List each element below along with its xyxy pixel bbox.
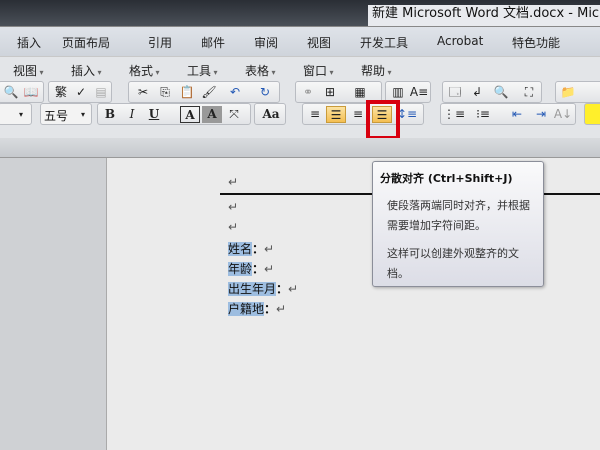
spelling-icon[interactable]: ✓ xyxy=(71,84,91,101)
highlight-annotation-box xyxy=(366,100,400,140)
research-icon[interactable]: 繁 xyxy=(51,84,71,101)
show-marks-icon[interactable]: ↲ xyxy=(467,84,487,101)
toolbar-area: 视图 插入 格式 工具 表格 窗口 帮助 🔍 📖 繁 ✓ ▤ ✂ ⎘ 📋 🖌 ↶… xyxy=(0,56,600,138)
tab-mailings[interactable]: 邮件 xyxy=(201,34,225,51)
tab-insert[interactable]: 插入 xyxy=(17,34,41,51)
print-preview-icon[interactable]: 🔍 xyxy=(1,84,21,101)
document-map-icon[interactable]: 🗔 xyxy=(445,84,465,101)
decrease-indent-icon[interactable]: ⇤ xyxy=(507,106,527,123)
justify-icon[interactable]: ☰ xyxy=(326,106,346,123)
para-mark: ↵ xyxy=(228,175,239,189)
change-case-group: Aa xyxy=(254,103,286,125)
menu-tools[interactable]: 工具 xyxy=(187,62,218,79)
menu-insert[interactable]: 插入 xyxy=(71,62,102,79)
menu-help[interactable]: 帮助 xyxy=(361,62,392,79)
window-title: 新建 Microsoft Word 文档.docx - Micros xyxy=(368,5,600,27)
char-border-button[interactable]: A xyxy=(180,106,200,123)
view-group: 🗔 ↲ 🔍 ⛶ xyxy=(442,81,542,103)
zoom-icon[interactable]: 🔍 xyxy=(491,84,511,101)
tooltip: 分散对齐 (Ctrl+Shift+J) 使段落两端同时对齐，并根据需要增加字符间… xyxy=(372,161,544,287)
print-preview-group: 🔍 📖 xyxy=(0,81,44,103)
sort-icon[interactable]: A↓ xyxy=(553,106,573,123)
table-icon[interactable]: ▦ xyxy=(350,84,370,101)
tooltip-desc: 这样可以创建外观整齐的文档。 xyxy=(387,247,519,280)
cut-icon[interactable]: ✂ xyxy=(133,84,153,101)
tab-developer[interactable]: 开发工具 xyxy=(360,34,408,51)
copy-icon[interactable]: ⎘ xyxy=(155,84,175,101)
menu-format[interactable]: 格式 xyxy=(129,62,160,79)
format-painter-icon[interactable]: 🖌 xyxy=(199,84,219,101)
tab-acrobat[interactable]: Acrobat xyxy=(437,34,483,48)
read-icon[interactable]: 📖 xyxy=(21,84,41,101)
folder-icon[interactable]: 📁 xyxy=(558,84,578,101)
research-disabled-icon[interactable]: ▤ xyxy=(91,84,111,101)
tab-page-layout[interactable]: 页面布局 xyxy=(62,34,110,51)
menu-view[interactable]: 视图 xyxy=(13,62,44,79)
left-margin-area xyxy=(0,158,107,450)
char-shading-button[interactable]: A xyxy=(202,106,222,123)
edit-group: ✂ ⎘ 📋 🖌 ↶ ↻ xyxy=(128,81,280,103)
doc-line-age[interactable]: 年龄：↵ xyxy=(228,260,274,277)
proofing-group: 繁 ✓ ▤ xyxy=(48,81,112,103)
font-format-group: B I U A A ⤧ xyxy=(97,103,251,125)
align-left-icon[interactable]: ≡ xyxy=(305,106,325,123)
menu-table[interactable]: 表格 xyxy=(245,62,276,79)
tab-references[interactable]: 引用 xyxy=(148,34,172,51)
redo-icon[interactable]: ↻ xyxy=(255,84,275,101)
list-group: ⋮≡ ⁝≡ ⇤ ⇥ A↓ xyxy=(440,103,576,125)
tooltip-desc: 使段落两端同时对齐，并根据需要增加字符间距。 xyxy=(387,199,530,232)
fullscreen-icon[interactable]: ⛶ xyxy=(519,84,539,101)
text-direction-icon[interactable]: A≡ xyxy=(409,84,429,101)
menu-window[interactable]: 窗口 xyxy=(303,62,334,79)
paste-icon[interactable]: 📋 xyxy=(177,84,197,101)
numbering-icon[interactable]: ⋮≡ xyxy=(443,106,465,123)
paragraph-align-group: ≡ ☰ ≡ ☰ ↕≡ xyxy=(302,103,424,125)
font-name-select[interactable]: ▾ xyxy=(0,103,32,125)
italic-button[interactable]: I xyxy=(122,106,142,123)
tab-view[interactable]: 视图 xyxy=(307,34,331,51)
doc-line-name[interactable]: 姓名：↵ xyxy=(228,240,274,257)
tab-review[interactable]: 审阅 xyxy=(254,34,278,51)
bullets-icon[interactable]: ⁝≡ xyxy=(473,106,493,123)
increase-indent-icon[interactable]: ⇥ xyxy=(531,106,551,123)
para-mark: ↵ xyxy=(228,220,239,234)
doc-line-birth[interactable]: 出生年月：↵ xyxy=(228,280,298,297)
align-right-icon[interactable]: ≡ xyxy=(348,106,368,123)
change-case-button[interactable]: Aa xyxy=(259,106,283,123)
underline-button[interactable]: U xyxy=(144,106,164,123)
bold-button[interactable]: B xyxy=(100,106,120,123)
char-scale-icon[interactable]: ⤧ xyxy=(224,106,244,123)
font-size-select[interactable]: 五号 ▾ xyxy=(40,103,92,125)
line-spacing-icon[interactable]: ↕≡ xyxy=(397,106,417,123)
hyperlink-icon[interactable]: ⚭ xyxy=(298,84,318,101)
ruler-bar xyxy=(0,138,600,158)
doc-line-origin[interactable]: 户籍地：↵ xyxy=(228,300,286,317)
tab-features[interactable]: 特色功能 xyxy=(512,34,560,51)
columns-icon[interactable]: ▥ xyxy=(388,84,408,101)
para-mark: ↵ xyxy=(228,200,239,214)
font-size-value: 五号 xyxy=(44,109,69,123)
undo-icon[interactable]: ↶ xyxy=(225,84,245,101)
borders-icon[interactable]: ⊞ xyxy=(320,84,340,101)
highlight-icon[interactable] xyxy=(584,103,600,125)
misc-group: 📁 xyxy=(555,81,600,103)
ribbon-tabs: 插入 页面布局 引用 邮件 审阅 视图 开发工具 Acrobat 特色功能 xyxy=(0,26,600,56)
tooltip-title: 分散对齐 (Ctrl+Shift+J) xyxy=(380,172,513,185)
